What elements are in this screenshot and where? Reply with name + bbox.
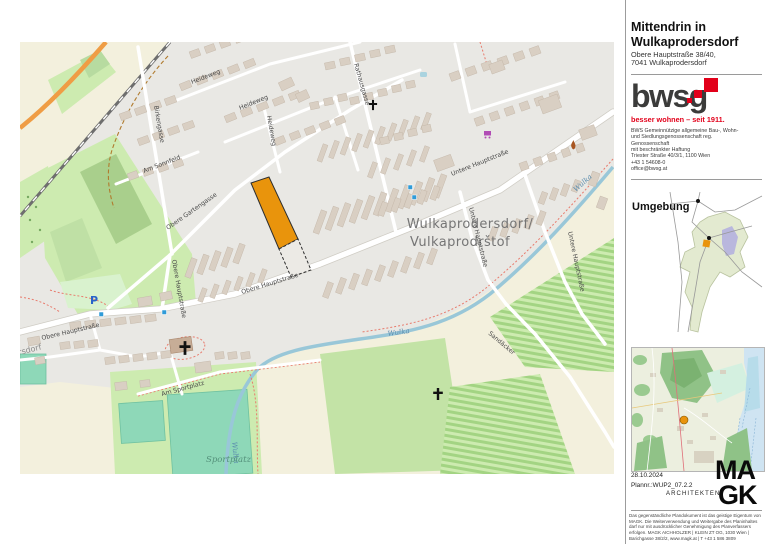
divider-line <box>631 510 762 511</box>
bwsg-logo-square-small <box>687 98 692 103</box>
sportplatz-label: Sportplatz <box>206 455 252 465</box>
divider-line <box>631 179 762 180</box>
bwsg-logo-square-large <box>704 78 718 92</box>
road-junction-dot <box>696 199 700 203</box>
company-info: BWS Gemeinnützige allgemeine Bau-, Wohn-… <box>631 128 738 172</box>
church-building <box>169 337 193 354</box>
bwsg-tagline: besser wohnen – seit 1911. <box>631 115 725 124</box>
divider-line <box>631 74 762 75</box>
site-location-dot <box>707 236 711 240</box>
plan-number: Plannr.:WUP2_07.2.2 <box>631 482 692 489</box>
region-overview-map <box>631 347 765 472</box>
copyright-disclaimer: Das gegenständliche Plandokument ist das… <box>629 513 765 541</box>
site-marker <box>702 239 710 247</box>
umgebung-map <box>640 192 765 337</box>
place-name-line2: Vulkaprodrštof <box>410 235 510 250</box>
pond <box>420 72 427 77</box>
bwsg-logo-square-medium <box>694 90 702 98</box>
plan-date: 28.10.2024 <box>631 472 663 479</box>
magk-architekten-label: ARCHITEKTEN <box>666 491 720 497</box>
project-address: Obere Hauptstraße 38/40, 7041 Wulkaprode… <box>631 51 716 68</box>
main-map: P Wulkaprodersdorf/ Vulkaprodrštof Obere… <box>20 42 614 474</box>
parking-icon: P <box>90 294 98 307</box>
project-title: Mittendrin in Wulkaprodersdorf <box>631 20 738 50</box>
site-marker <box>680 416 688 424</box>
sidebar-divider <box>625 0 626 544</box>
magk-logo: GK <box>718 483 757 508</box>
plan-document-page: P Wulkaprodersdorf/ Vulkaprodrštof Obere… <box>0 0 770 544</box>
